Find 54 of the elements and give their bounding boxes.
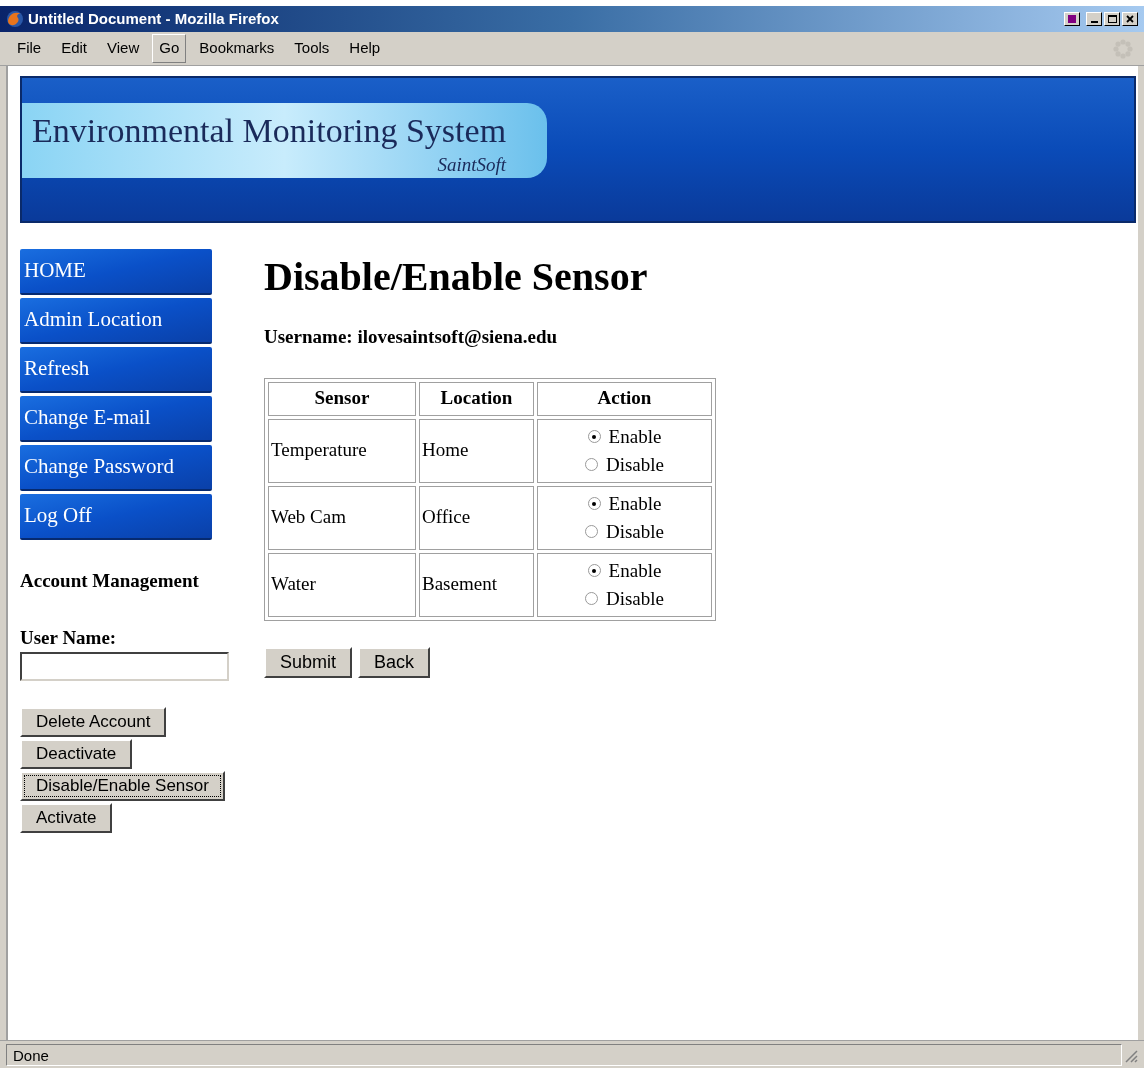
window-title: Untitled Document - Mozilla Firefox — [28, 8, 280, 29]
radio-label: Enable — [608, 491, 662, 516]
nav-button[interactable]: Refresh — [20, 347, 212, 393]
column-header: Sensor — [268, 381, 416, 416]
menu-item[interactable]: Go — [152, 34, 187, 63]
page-heading: Disable/Enable Sensor — [264, 257, 648, 297]
maximize-icon[interactable] — [1104, 12, 1120, 26]
table-cell: Temperature — [268, 418, 416, 483]
radio-button[interactable] — [584, 592, 598, 605]
form-button[interactable]: Back — [358, 646, 431, 678]
status-text: Done — [6, 1043, 1122, 1066]
action-button[interactable]: Deactivate — [20, 739, 133, 769]
username-text: Username: ilovesaintsoft@siena.edu — [264, 325, 558, 349]
table-cell: Web Cam — [268, 485, 416, 550]
table-cell: Water — [268, 552, 416, 617]
radio-label: Disable — [605, 586, 664, 611]
minimize-icon[interactable] — [1086, 12, 1102, 26]
menu-item[interactable]: File — [10, 34, 49, 63]
banner-title: Environmental Monitoring System — [32, 111, 507, 151]
radio-label: Disable — [605, 452, 664, 477]
radio-button[interactable] — [584, 525, 598, 538]
column-header: Action — [537, 381, 712, 416]
radio-button[interactable] — [587, 564, 601, 577]
column-header: Location — [419, 381, 534, 416]
radio-button[interactable] — [587, 430, 601, 443]
form-button[interactable]: Submit — [264, 646, 353, 678]
menu-icon[interactable] — [1064, 12, 1080, 26]
menu-item[interactable]: View — [100, 34, 147, 63]
radio-label: Enable — [608, 558, 662, 583]
radio-button[interactable] — [584, 458, 598, 471]
action-button[interactable]: Activate — [20, 803, 113, 833]
menu-item[interactable]: Tools — [287, 34, 337, 63]
banner-subtitle: SaintSoft — [437, 152, 507, 177]
menu-item[interactable]: Edit — [54, 34, 95, 63]
nav-button[interactable]: Log Off — [20, 494, 212, 540]
table-cell: Office — [419, 485, 534, 550]
menu-item[interactable]: Help — [342, 34, 388, 63]
username-field[interactable] — [20, 652, 229, 681]
action-button[interactable]: Delete Account — [20, 707, 167, 737]
nav-button[interactable]: HOME — [20, 249, 212, 295]
radio-label: Disable — [605, 519, 664, 544]
nav-button[interactable]: Change E-mail — [20, 396, 212, 442]
radio-label: Enable — [608, 424, 662, 449]
nav-button[interactable]: Change Password — [20, 445, 212, 491]
field-label: User Name: — [20, 625, 118, 650]
menu-item[interactable]: Bookmarks — [192, 34, 282, 63]
radio-button[interactable] — [587, 497, 601, 510]
table-cell: Home — [419, 418, 534, 483]
section-heading: Account Management — [20, 569, 200, 593]
nav-button[interactable]: Admin Location — [20, 298, 212, 344]
action-button[interactable]: Disable/Enable Sensor — [20, 771, 225, 801]
table-cell: Basement — [419, 552, 534, 617]
close-icon[interactable] — [1122, 12, 1138, 26]
browser-logo-icon — [6, 10, 24, 28]
